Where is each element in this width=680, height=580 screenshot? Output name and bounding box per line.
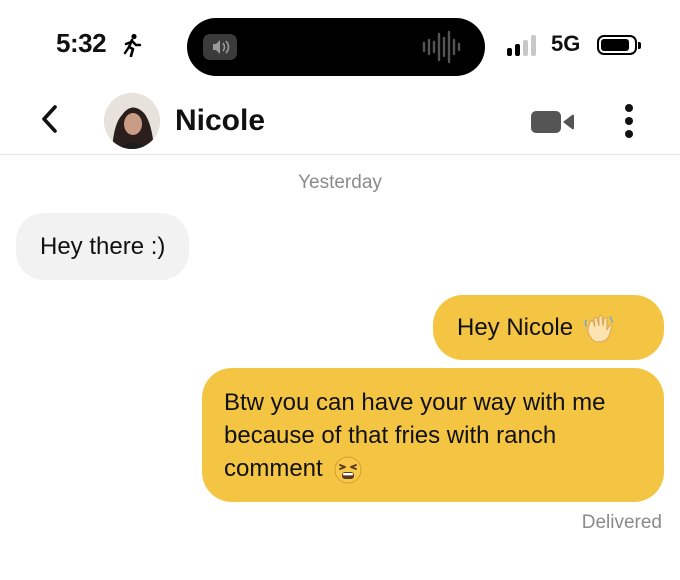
message-text: Btw you can have your way with me becaus… [224,389,606,482]
day-separator: Yesterday [298,172,382,193]
outgoing-message-bubble[interactable]: Btw you can have your way with me becaus… [202,368,664,502]
dynamic-island [187,18,485,76]
network-type: 5G [551,31,581,56]
contact-name[interactable]: Nicole [175,104,265,138]
audio-waveform-icon [422,30,461,64]
speaker-icon [203,34,237,60]
battery-icon [597,35,641,55]
header-divider [0,154,680,155]
tired-face-emoji [334,456,362,484]
message-text: Hey there :) [40,233,166,260]
walking-person-icon [123,33,142,57]
video-camera-icon[interactable] [531,110,575,134]
outgoing-message-bubble[interactable]: Hey Nicole [433,295,664,360]
cellular-signal-icon [507,34,536,56]
contact-avatar[interactable] [104,93,160,149]
vertical-ellipsis-icon[interactable] [622,103,636,139]
delivery-status: Delivered [581,512,662,533]
waving-hand-emoji [584,314,613,343]
message-text: Hey Nicole [457,314,574,341]
chevron-left-icon[interactable] [40,104,60,134]
status-time: 5:32 [56,28,107,58]
incoming-message-bubble[interactable]: Hey there :) [16,213,190,280]
